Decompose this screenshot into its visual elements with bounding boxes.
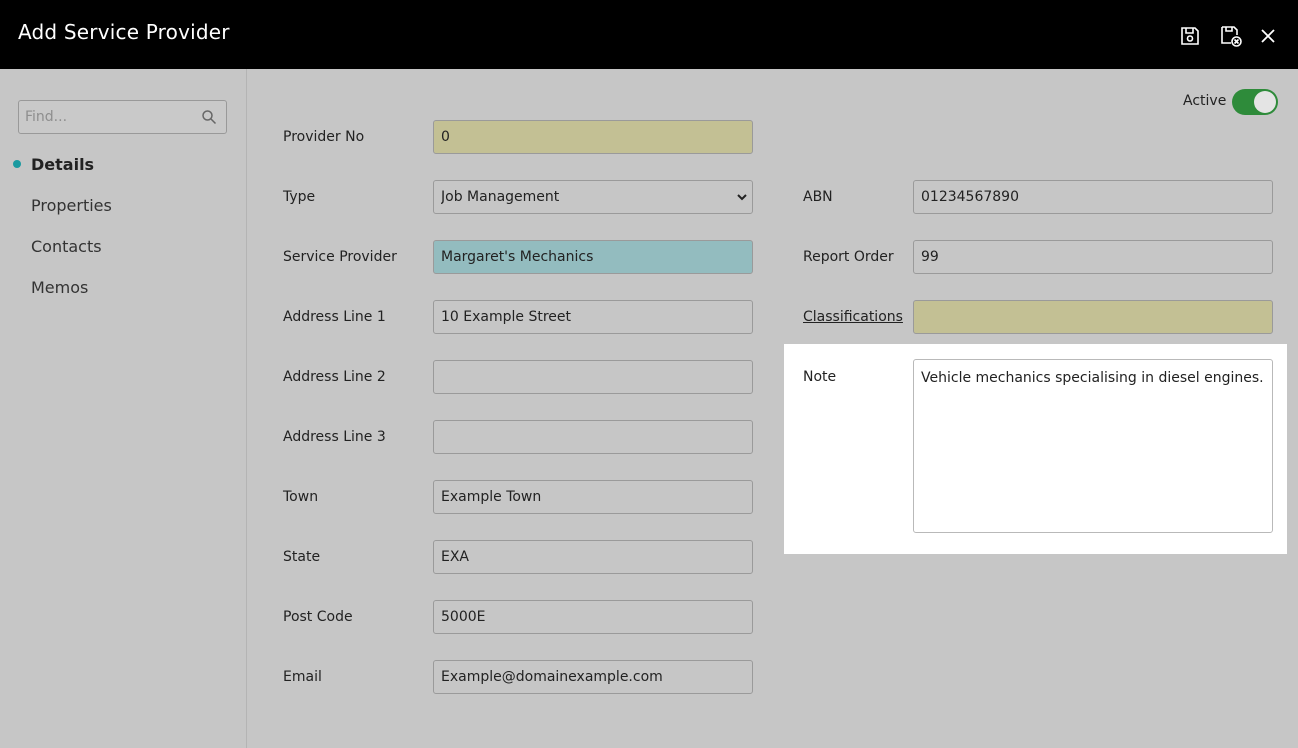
state-field[interactable] — [433, 540, 753, 574]
service-provider-label: Service Provider — [283, 249, 397, 265]
note-panel: Note Vehicle mechanics specialising in d… — [784, 344, 1287, 554]
email-field[interactable] — [433, 660, 753, 694]
window-title: Add Service Provider — [18, 20, 230, 44]
email-label: Email — [283, 669, 322, 685]
town-field[interactable] — [433, 480, 753, 514]
search-box — [18, 100, 227, 134]
service-provider-field[interactable] — [433, 240, 753, 274]
toggle-knob — [1254, 91, 1276, 113]
post-code-field[interactable] — [433, 600, 753, 634]
abn-field[interactable] — [913, 180, 1273, 214]
close-icon[interactable] — [1256, 24, 1280, 48]
type-label: Type — [283, 189, 316, 205]
address-line-1-field[interactable] — [433, 300, 753, 334]
active-label: Active — [1183, 93, 1227, 109]
save-close-icon[interactable] — [1219, 24, 1243, 48]
provider-no-label: Provider No — [283, 129, 365, 145]
classifications-field[interactable] — [913, 300, 1273, 334]
sidebar-item-memos[interactable]: Memos — [31, 278, 88, 297]
address-line-1-label: Address Line 1 — [283, 309, 386, 325]
state-label: State — [283, 549, 321, 565]
note-textarea[interactable]: Vehicle mechanics specialising in diesel… — [913, 359, 1273, 533]
active-indicator-dot — [13, 160, 21, 168]
classifications-link[interactable]: Classifications — [803, 309, 903, 325]
provider-no-field[interactable] — [433, 120, 753, 154]
report-order-field[interactable] — [913, 240, 1273, 274]
sidebar-item-contacts[interactable]: Contacts — [31, 237, 102, 256]
address-line-3-field[interactable] — [433, 420, 753, 454]
sidebar-item-details[interactable]: Details — [31, 155, 94, 174]
save-icon[interactable] — [1178, 24, 1202, 48]
title-bar: Add Service Provider — [0, 0, 1298, 69]
active-toggle[interactable] — [1232, 89, 1278, 115]
search-icon[interactable] — [201, 109, 217, 125]
report-order-label: Report Order — [803, 249, 894, 265]
sidebar: Details Properties Contacts Memos — [0, 69, 247, 748]
town-label: Town — [283, 489, 319, 505]
type-select[interactable]: Job Management — [433, 180, 753, 214]
address-line-2-field[interactable] — [433, 360, 753, 394]
address-line-2-label: Address Line 2 — [283, 369, 386, 385]
post-code-label: Post Code — [283, 609, 353, 625]
address-line-3-label: Address Line 3 — [283, 429, 386, 445]
note-label: Note — [803, 369, 837, 385]
main-form: Active Provider No Type Job Management S… — [248, 69, 1298, 748]
abn-label: ABN — [803, 189, 833, 205]
search-input[interactable] — [19, 101, 194, 133]
sidebar-item-properties[interactable]: Properties — [31, 196, 112, 215]
